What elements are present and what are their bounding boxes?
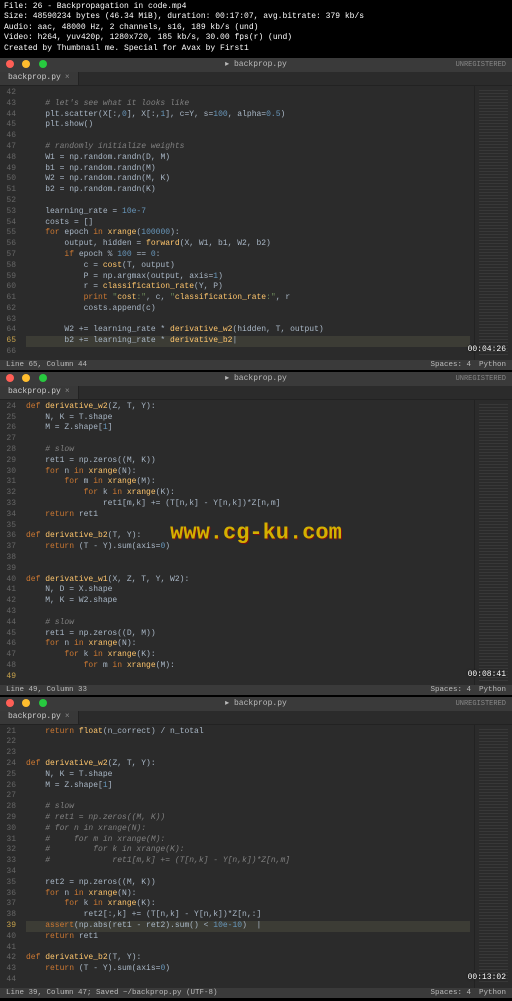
window-titlebar: ▸ backprop.py UNREGISTERED — [0, 372, 512, 386]
tab-bar[interactable]: backprop.py × — [0, 711, 512, 725]
tab-bar[interactable]: backprop.py × — [0, 72, 512, 86]
unregistered-label: UNREGISTERED — [456, 697, 506, 711]
minimap[interactable] — [474, 86, 512, 360]
timestamp-overlay: 00:13:02 — [468, 973, 506, 982]
cursor-position: Line 49, Column 33 — [6, 686, 87, 694]
unregistered-label: UNREGISTERED — [456, 58, 506, 72]
tab-backprop[interactable]: backprop.py × — [0, 72, 79, 85]
cursor-position: Line 39, Column 47; Saved ~/backprop.py … — [6, 989, 218, 997]
spaces-indicator[interactable]: Spaces: 4 — [430, 686, 471, 694]
code-editor[interactable]: return float(n_correct) / n_total def de… — [22, 725, 474, 988]
window-title: backprop.py — [234, 699, 287, 708]
language-indicator[interactable]: Python — [479, 989, 506, 997]
close-icon[interactable] — [6, 374, 14, 382]
maximize-icon[interactable] — [39, 60, 47, 68]
minimap[interactable] — [474, 400, 512, 685]
tab-close-icon[interactable]: × — [65, 710, 70, 724]
language-indicator[interactable]: Python — [479, 686, 506, 694]
line-gutter: 4243444546474849505152535455565758596061… — [0, 86, 22, 360]
status-bar: Line 49, Column 33 Spaces: 4 Python — [0, 685, 512, 695]
timestamp-overlay: 00:08:41 — [468, 670, 506, 679]
minimap[interactable] — [474, 725, 512, 988]
code-editor[interactable]: # let's see what it looks like plt.scatt… — [22, 86, 474, 360]
maximize-icon[interactable] — [39, 374, 47, 382]
window-titlebar: ▸ backprop.py UNREGISTERED — [0, 697, 512, 711]
status-bar: Line 65, Column 44 Spaces: 4 Python — [0, 360, 512, 370]
file-icon: ▸ — [225, 699, 229, 708]
minimize-icon[interactable] — [22, 60, 30, 68]
tab-label: backprop.py — [8, 71, 61, 85]
editor-panel-1: ▸ backprop.py UNREGISTERED backprop.py ×… — [0, 58, 512, 370]
file-icon: ▸ — [225, 60, 229, 69]
status-bar: Line 39, Column 47; Saved ~/backprop.py … — [0, 988, 512, 998]
editor-panel-2: ▸ backprop.py UNREGISTERED backprop.py ×… — [0, 372, 512, 695]
file-icon: ▸ — [225, 374, 229, 383]
editor-panel-3: ▸ backprop.py UNREGISTERED backprop.py ×… — [0, 697, 512, 998]
tab-close-icon[interactable]: × — [65, 71, 70, 85]
language-indicator[interactable]: Python — [479, 361, 506, 369]
window-title: backprop.py — [234, 60, 287, 69]
window-title: backprop.py — [234, 374, 287, 383]
timestamp-overlay: 00:04:26 — [468, 345, 506, 354]
minimize-icon[interactable] — [22, 374, 30, 382]
spaces-indicator[interactable]: Spaces: 4 — [430, 989, 471, 997]
tab-bar[interactable]: backprop.py × — [0, 386, 512, 400]
spaces-indicator[interactable]: Spaces: 4 — [430, 361, 471, 369]
window-titlebar: ▸ backprop.py UNREGISTERED — [0, 58, 512, 72]
window-controls[interactable] — [6, 374, 50, 385]
close-icon[interactable] — [6, 699, 14, 707]
window-controls[interactable] — [6, 699, 50, 710]
window-controls[interactable] — [6, 60, 50, 71]
tab-label: backprop.py — [8, 710, 61, 724]
tab-label: backprop.py — [8, 385, 61, 399]
tab-backprop[interactable]: backprop.py × — [0, 711, 79, 724]
line-gutter: 2425262728293031323334353637383940414243… — [0, 400, 22, 685]
maximize-icon[interactable] — [39, 699, 47, 707]
close-icon[interactable] — [6, 60, 14, 68]
tab-close-icon[interactable]: × — [65, 385, 70, 399]
unregistered-label: UNREGISTERED — [456, 372, 506, 386]
line-gutter: 2122232425262728293031323334353637383940… — [0, 725, 22, 988]
minimize-icon[interactable] — [22, 699, 30, 707]
tab-backprop[interactable]: backprop.py × — [0, 386, 79, 399]
cursor-position: Line 65, Column 44 — [6, 361, 87, 369]
media-info-header: File: 26 - Backpropagation in code.mp4 S… — [0, 0, 512, 56]
code-editor[interactable]: def derivative_w2(Z, T, Y): N, K = T.sha… — [22, 400, 474, 685]
